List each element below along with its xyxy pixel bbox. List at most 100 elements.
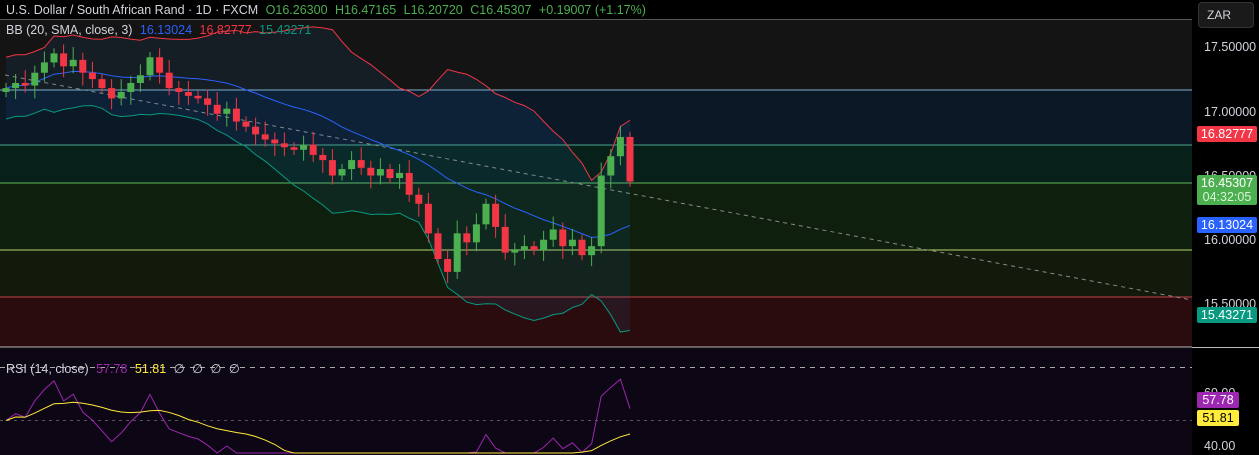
axis-tick: 16.00000	[1204, 233, 1257, 247]
zone-bg	[0, 297, 1192, 347]
candle-body	[280, 143, 288, 148]
candle-body	[232, 108, 240, 122]
bb-basis-value: 16.13024	[139, 23, 193, 37]
symbol-header: U.S. Dollar / South African Rand · 1D · …	[6, 3, 650, 17]
candle-body	[40, 62, 48, 73]
candle-body	[511, 250, 519, 253]
candle-body	[540, 239, 548, 251]
candle-body	[578, 239, 586, 256]
candle-body	[444, 259, 452, 272]
candle-body	[223, 108, 231, 114]
rsi-label: RSI (14, close)	[6, 362, 89, 376]
rsi-extra: ∅	[192, 362, 203, 376]
candle-body	[12, 82, 20, 89]
axis-tick: 17.00000	[1204, 105, 1257, 119]
candle-body	[482, 203, 490, 225]
candle-body	[348, 160, 356, 170]
bb-lower-value: 15.43271	[259, 23, 312, 37]
ohlc-low: L16.20720	[403, 3, 463, 17]
candle-body	[626, 136, 634, 182]
price-chart[interactable]	[0, 0, 1192, 455]
candle-body	[69, 59, 77, 67]
candle-body	[300, 144, 308, 150]
candle-body	[568, 239, 576, 247]
rsi-extra: ∅	[210, 362, 222, 376]
bb-upper-label: 16.82777	[1197, 126, 1257, 142]
candle-body	[530, 246, 538, 251]
candle-body	[2, 88, 10, 92]
candle-body	[117, 91, 125, 99]
rsi-ma-label-tag: 51.81	[1197, 410, 1239, 426]
candle-body	[98, 79, 106, 89]
candle-body	[271, 139, 279, 144]
candle-body	[588, 246, 596, 256]
candle-body	[309, 144, 317, 155]
candle-body	[108, 88, 116, 99]
candle-body	[520, 246, 528, 251]
candle-body	[252, 126, 260, 135]
bb-legend[interactable]: BB (20, SMA, close, 3) 16.13024 16.82777…	[6, 23, 315, 37]
candle-body	[424, 203, 432, 234]
candle-body	[549, 229, 557, 240]
axis-tick: 17.50000	[1204, 40, 1257, 54]
candle-body	[328, 160, 336, 176]
candle-body	[376, 169, 384, 176]
rsi-axis-tick: 40.00	[1204, 439, 1236, 453]
candle-body	[290, 147, 298, 150]
candle-body	[338, 169, 346, 176]
bb-lower-label: 15.43271	[1197, 307, 1257, 323]
candle-body	[175, 88, 183, 92]
candle-body	[60, 53, 68, 67]
candle-body	[79, 59, 87, 73]
candle-body	[405, 172, 413, 195]
symbol-title: U.S. Dollar / South African Rand · 1D · …	[6, 3, 259, 17]
candle-body	[184, 91, 192, 96]
candle-body	[434, 233, 442, 260]
rsi-legend[interactable]: RSI (14, close) 57.78 51.81 ∅ ∅ ∅ ∅	[6, 361, 244, 376]
candle-body	[261, 134, 269, 140]
candle-body	[136, 75, 144, 83]
candle-body	[492, 203, 500, 227]
rsi-ma-value: 51.81	[134, 362, 167, 376]
price-change: +0.19007 (+1.17%)	[538, 3, 646, 17]
ohlc-high: H16.47165	[335, 3, 397, 17]
rsi-value: 57.78	[96, 362, 128, 376]
candle-body	[472, 224, 480, 243]
candle-body	[367, 167, 375, 176]
candle-body	[386, 169, 394, 179]
last-price: 16.45307	[1200, 176, 1254, 190]
bar-countdown: 04:32:05	[1202, 190, 1252, 204]
candle-body	[501, 226, 509, 253]
bb-basis-label: 16.13024	[1197, 217, 1257, 233]
candle-body	[453, 233, 461, 272]
pane-divider	[1192, 347, 1259, 348]
candle-body	[50, 53, 58, 63]
candle-body	[194, 95, 202, 99]
candle-body	[559, 229, 567, 247]
last-price-label: 16.45307 04:32:05	[1197, 175, 1257, 205]
candle-body	[616, 136, 624, 157]
candle-body	[146, 57, 154, 76]
rsi-extra: ∅	[173, 362, 185, 376]
candle-body	[165, 72, 173, 89]
candle-body	[156, 57, 164, 73]
candle-body	[396, 172, 404, 179]
bb-upper-value: 16.82777	[199, 23, 252, 37]
candle-body	[357, 160, 365, 168]
candle-body	[21, 82, 29, 86]
candle-body	[319, 154, 327, 161]
candle-body	[242, 121, 250, 127]
candle-body	[31, 72, 39, 86]
candle-body	[88, 72, 96, 80]
candle-body	[463, 233, 471, 243]
ohlc-close: C16.45307	[470, 3, 532, 17]
candle-body	[607, 156, 615, 176]
currency-button[interactable]: ZAR	[1198, 2, 1254, 28]
rsi-extra: ∅	[228, 362, 240, 376]
ohlc-open: O16.26300	[265, 3, 328, 17]
candle-body	[213, 104, 221, 114]
header-divider	[0, 19, 1192, 20]
bb-label: BB (20, SMA, close, 3)	[6, 23, 133, 37]
price-axis[interactable]: ZAR 17.50000 17.00000 16.50000 16.00000 …	[1192, 0, 1259, 455]
candle-body	[204, 98, 212, 105]
